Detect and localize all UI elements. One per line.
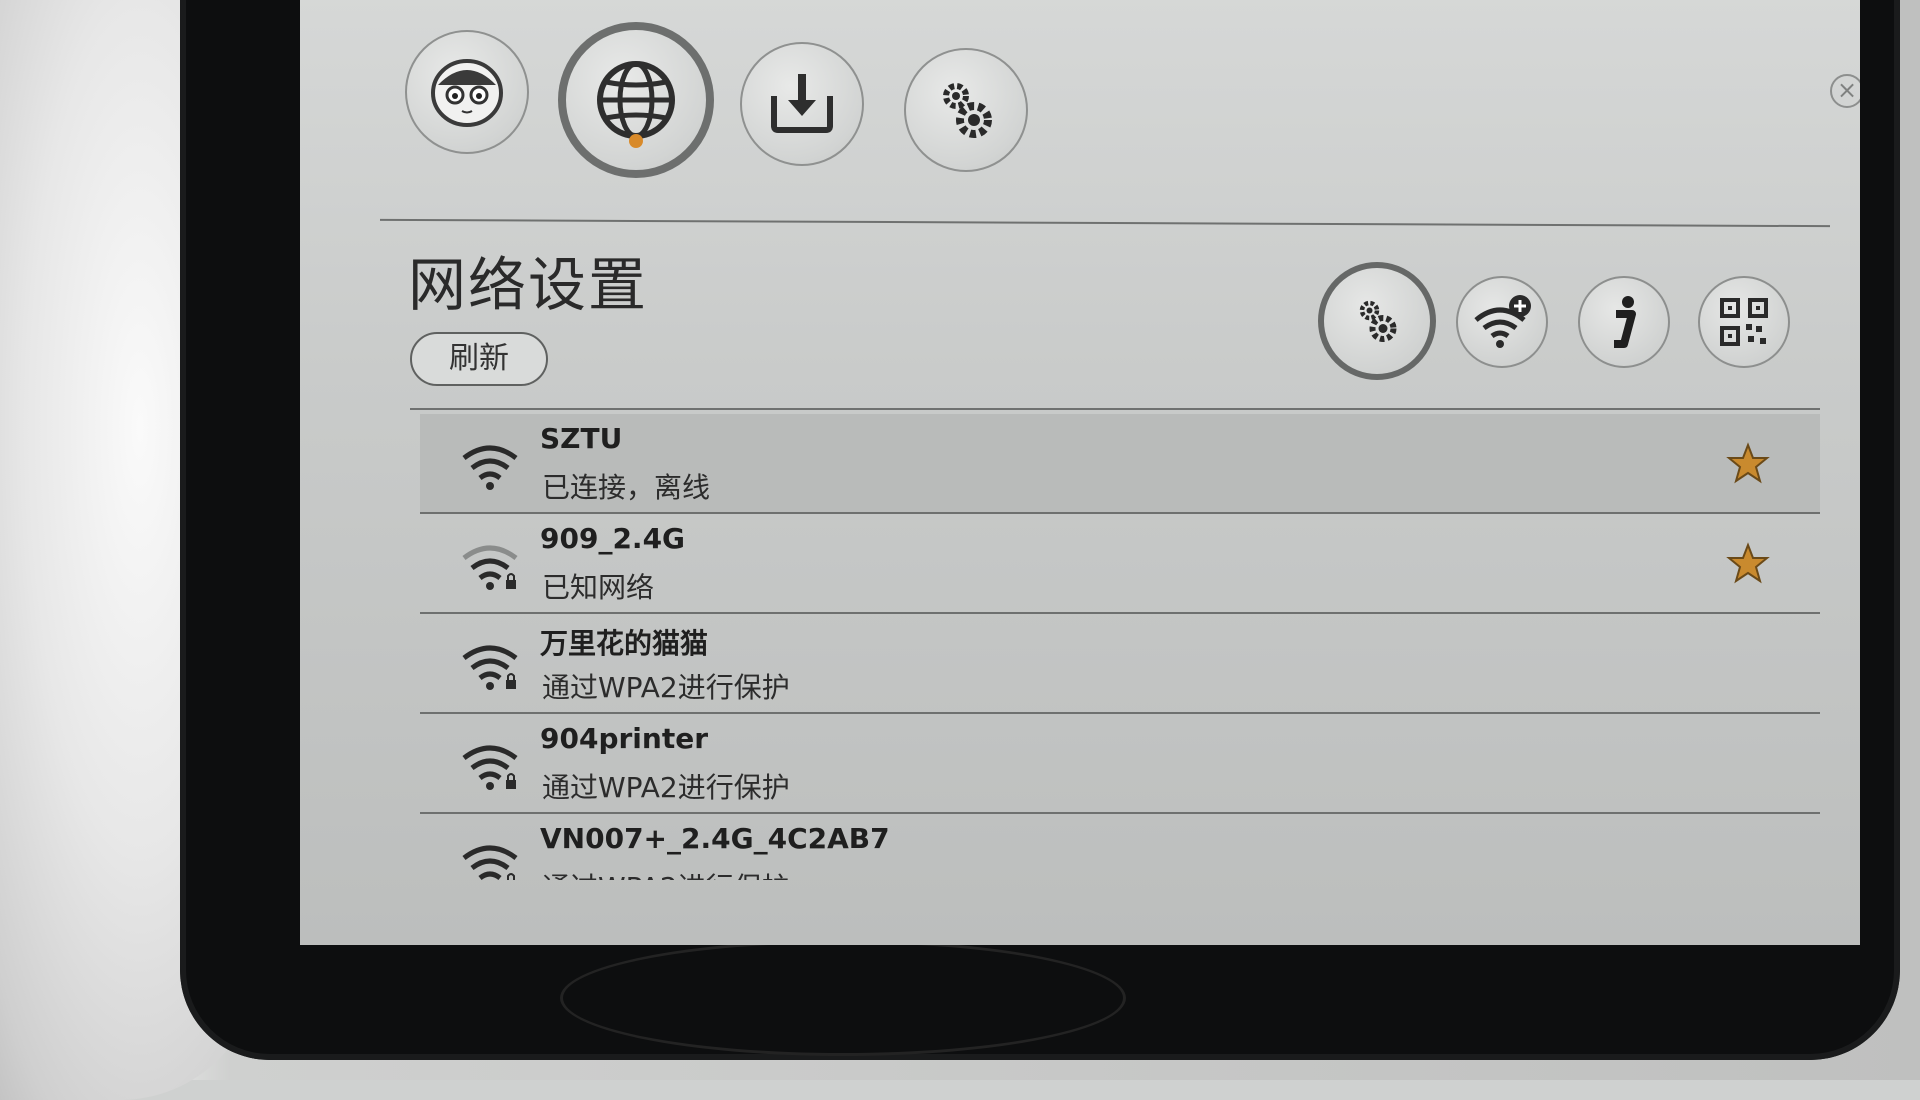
network-ssid: 万里花的猫猫 bbox=[540, 627, 709, 660]
wifi-signal-icon bbox=[462, 445, 518, 490]
wifi-locked-icon bbox=[462, 645, 518, 690]
subtab-add-wifi[interactable] bbox=[1456, 276, 1548, 368]
network-ssid: SZTU bbox=[540, 422, 623, 455]
network-row[interactable]: 万里花的猫猫 通过WPA2进行保护 bbox=[420, 614, 1820, 714]
gears-icon bbox=[943, 83, 992, 138]
gears-icon bbox=[1359, 300, 1397, 342]
network-status: 通过WPA2进行保护 bbox=[542, 671, 790, 704]
page-title: 网络设置 bbox=[408, 251, 649, 319]
wifi-locked-icon bbox=[462, 845, 518, 880]
subheader-divider bbox=[410, 408, 1820, 410]
bezel-reflection bbox=[560, 940, 1126, 1056]
network-ssid: VN007+_2.4G_4C2AB7 bbox=[540, 822, 890, 855]
network-row[interactable]: VN007+_2.4G_4C2AB7 通过WPA2进行保护 bbox=[420, 814, 1820, 880]
subtab-qr-code[interactable] bbox=[1698, 276, 1790, 368]
wifi-locked-icon bbox=[462, 545, 518, 590]
tab-settings[interactable] bbox=[904, 48, 1028, 172]
network-ssid: 909_2.4G bbox=[540, 522, 686, 555]
download-icon bbox=[771, 74, 833, 133]
qr-code-icon bbox=[1720, 298, 1768, 346]
wifi-locked-icon bbox=[462, 745, 518, 790]
globe-icon bbox=[597, 61, 675, 139]
close-icon[interactable]: × bbox=[1830, 74, 1860, 108]
network-status: 已连接，离线 bbox=[542, 471, 711, 504]
active-indicator-dot bbox=[629, 134, 643, 148]
network-status: 通过WPA2进行保护 bbox=[542, 866, 790, 880]
favorite-star-icon[interactable] bbox=[1726, 442, 1770, 486]
tab-network[interactable] bbox=[558, 22, 714, 178]
refresh-button[interactable]: 刷新 bbox=[410, 332, 548, 386]
subtab-network-settings[interactable] bbox=[1318, 262, 1436, 380]
network-ssid: 904printer bbox=[540, 722, 709, 755]
tab-robot[interactable] bbox=[405, 30, 529, 154]
info-icon bbox=[1614, 296, 1636, 348]
favorite-star-icon[interactable] bbox=[1726, 542, 1770, 586]
network-list: SZTU 已连接，离线 909_2.4G 已知网络 万里花的猫猫 通过WPA2进… bbox=[420, 414, 1820, 880]
subtab-info[interactable] bbox=[1578, 276, 1670, 368]
network-status: 通过WPA2进行保护 bbox=[542, 771, 790, 804]
tab-download[interactable] bbox=[740, 42, 864, 166]
network-row[interactable]: 909_2.4G 已知网络 bbox=[420, 514, 1820, 614]
network-row[interactable]: 904printer 通过WPA2进行保护 bbox=[420, 714, 1820, 814]
wifi-add-icon bbox=[1474, 295, 1531, 348]
device-screen: × 网络设置 刷新 SZTU 已连接，离线 909_2.4G 已知网络 万里花的… bbox=[300, 0, 1860, 945]
network-row[interactable]: SZTU 已连接，离线 bbox=[420, 414, 1820, 514]
robot-face-icon bbox=[431, 59, 503, 127]
network-status: 已知网络 bbox=[542, 571, 655, 604]
header-divider bbox=[380, 218, 1830, 228]
